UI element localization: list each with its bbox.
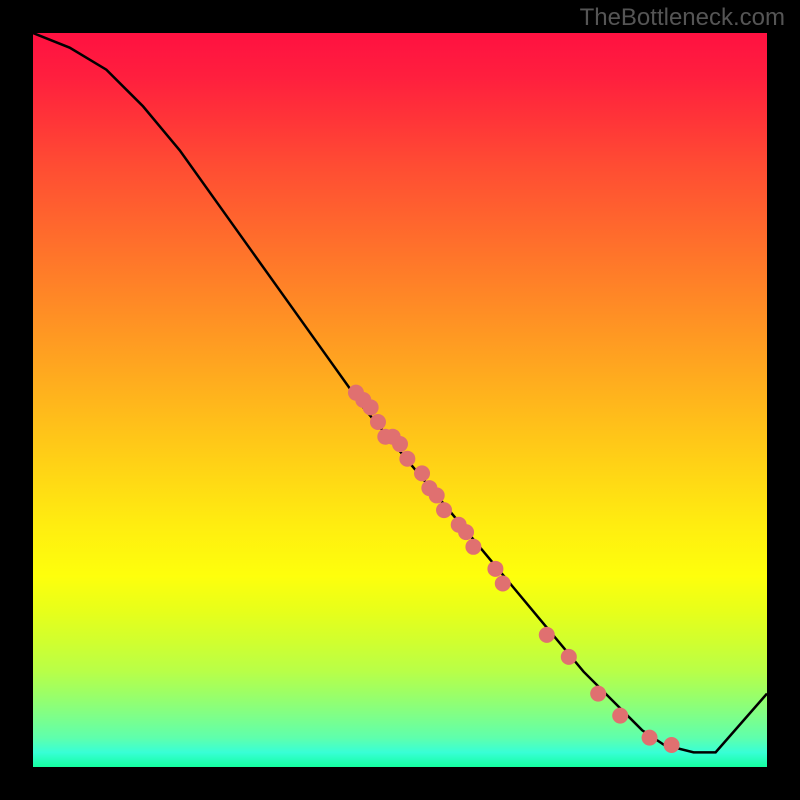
data-point xyxy=(664,737,680,753)
plot-area xyxy=(33,33,767,767)
curve-path xyxy=(33,33,767,752)
data-point xyxy=(429,487,445,503)
data-point xyxy=(642,730,658,746)
data-point xyxy=(590,686,606,702)
data-point xyxy=(561,649,577,665)
chart-svg xyxy=(33,33,767,767)
data-point xyxy=(436,502,452,518)
chart-container: TheBottleneck.com xyxy=(0,0,800,800)
data-point xyxy=(487,561,503,577)
data-point xyxy=(465,539,481,555)
curve-line xyxy=(33,33,767,752)
scatter-points xyxy=(348,385,680,753)
data-point xyxy=(414,465,430,481)
data-point xyxy=(495,576,511,592)
data-point xyxy=(612,708,628,724)
data-point xyxy=(363,399,379,415)
watermark: TheBottleneck.com xyxy=(580,4,785,32)
data-point xyxy=(370,414,386,430)
data-point xyxy=(539,627,555,643)
data-point xyxy=(392,436,408,452)
data-point xyxy=(458,524,474,540)
data-point xyxy=(399,451,415,467)
